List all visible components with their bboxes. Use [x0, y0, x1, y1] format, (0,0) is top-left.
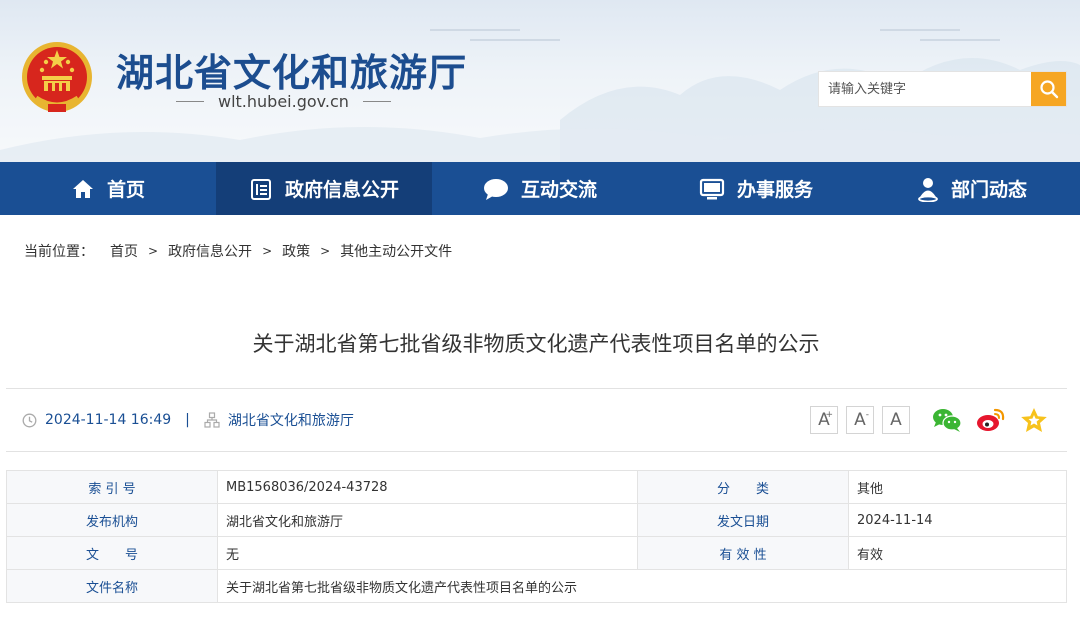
info-key-date: 发文日期 [637, 503, 849, 537]
document-info-table: 索 引 号 MB1568036/2024-43728 分 类 其他 发布机构 湖… [6, 470, 1067, 603]
search-button[interactable] [1031, 72, 1066, 106]
article-tools: A + A - A [810, 406, 1048, 434]
search-box [818, 71, 1067, 107]
font-button-letter: A [854, 410, 866, 430]
info-key-validity: 有 效 性 [637, 536, 849, 570]
national-emblem-icon [22, 42, 92, 112]
font-button-mark: - [865, 410, 869, 420]
document-list-icon [250, 178, 271, 200]
divider [6, 388, 1067, 389]
table-row: 文件名称 关于湖北省第七批省级非物质文化遗产代表性项目名单的公示 [6, 569, 1067, 603]
table-row: 索 引 号 MB1568036/2024-43728 分 类 其他 [6, 470, 1067, 504]
favorite-star-icon[interactable] [1020, 407, 1048, 433]
clock-icon [22, 413, 37, 427]
table-row: 发布机构 湖北省文化和旅游厅 发文日期 2024-11-14 [6, 503, 1067, 537]
article-title: 关于湖北省第七批省级非物质文化遗产代表性项目名单的公示 [252, 332, 820, 356]
site-header: 湖北省文化和旅游厅 wlt.hubei.gov.cn [0, 0, 1080, 162]
wechat-icon[interactable] [932, 407, 962, 433]
site-title: 湖北省文化和旅游厅 [116, 50, 468, 95]
breadcrumb-separator: > [320, 244, 331, 258]
info-value-publisher: 湖北省文化和旅游厅 [217, 503, 638, 537]
monitor-icon [699, 178, 725, 199]
article-meta: 2024-11-14 16:49 | 湖北省文化和旅游厅 [22, 409, 354, 431]
search-input[interactable] [819, 72, 1031, 106]
info-value-date: 2024-11-14 [848, 503, 1067, 537]
breadcrumb-label: 当前位置： [24, 244, 94, 260]
nav-item-news[interactable]: 部门动态 [864, 162, 1080, 215]
nav-item-home[interactable]: 首页 [0, 162, 216, 215]
nav-item-label: 互动交流 [520, 179, 597, 201]
nav-item-services[interactable]: 办事服务 [648, 162, 864, 215]
search-icon [1039, 80, 1058, 99]
info-key-publisher: 发布机构 [6, 503, 218, 537]
info-key-index: 索 引 号 [6, 470, 218, 504]
info-value-category: 其他 [848, 470, 1067, 504]
domain-dash-left [176, 101, 204, 102]
breadcrumb-item-home[interactable]: 首页 [110, 241, 138, 261]
font-button-letter: A [890, 410, 902, 430]
font-increase-button[interactable]: A + [810, 406, 838, 434]
breadcrumb-separator: > [148, 244, 159, 258]
info-value-doc-number: 无 [217, 536, 638, 570]
nav-item-label: 政府信息公开 [284, 179, 399, 201]
nav-item-label: 办事服务 [736, 179, 813, 201]
person-pin-icon [918, 177, 938, 202]
organization-icon [204, 412, 220, 428]
article-source[interactable]: 湖北省文化和旅游厅 [228, 410, 354, 430]
info-key-doc-number: 文 号 [6, 536, 218, 570]
site-domain: wlt.hubei.gov.cn [176, 92, 391, 111]
info-value-index: MB1568036/2024-43728 [217, 470, 638, 504]
breadcrumb-item-policy[interactable]: 政策 [282, 241, 310, 261]
article-datetime: 2024-11-14 16:49 [45, 412, 172, 428]
domain-dash-right [362, 101, 391, 102]
info-value-doc-title: 关于湖北省第七批省级非物质文化遗产代表性项目名单的公示 [217, 569, 1067, 603]
font-decrease-button[interactable]: A - [846, 406, 874, 434]
nav-item-label: 部门动态 [950, 179, 1027, 201]
meta-separator: | [185, 412, 190, 428]
info-key-doc-title: 文件名称 [6, 569, 218, 603]
breadcrumb-item-gov-info[interactable]: 政府信息公开 [168, 241, 252, 261]
weibo-icon[interactable] [976, 407, 1006, 433]
home-icon [72, 179, 93, 198]
breadcrumb-item-other-files[interactable]: 其他主动公开文件 [340, 241, 452, 261]
nav-item-gov-info[interactable]: 政府信息公开 [216, 162, 432, 215]
breadcrumb: 当前位置： 首页 > 政府信息公开 > 政策 > 其他主动公开文件 [24, 241, 452, 261]
info-value-validity: 有效 [848, 536, 1067, 570]
nav-item-label: 首页 [106, 179, 145, 201]
font-reset-button[interactable]: A [882, 406, 910, 434]
breadcrumb-separator: > [262, 244, 273, 258]
main-nav: 首页 政府信息公开 互动交流 办事服务 部门动态 [0, 162, 1080, 215]
nav-item-interaction[interactable]: 互动交流 [432, 162, 648, 215]
site-domain-text: wlt.hubei.gov.cn [218, 92, 349, 111]
divider [6, 451, 1067, 452]
table-row: 文 号 无 有 效 性 有效 [6, 536, 1067, 570]
font-button-mark: + [825, 410, 833, 420]
info-key-category: 分 类 [637, 470, 849, 504]
chat-bubble-icon [483, 178, 508, 200]
